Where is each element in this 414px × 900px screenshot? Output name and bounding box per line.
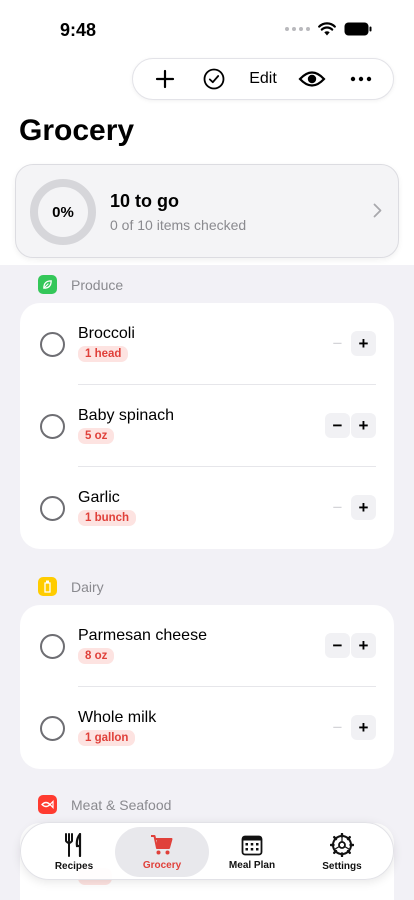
status-bar: 9:48 (0, 0, 414, 60)
checked-count: 0 of 10 items checked (110, 217, 247, 233)
section-label: Produce (71, 276, 124, 293)
list-item: Parmesan cheese 8 oz − + (20, 605, 394, 687)
status-indicators (285, 22, 372, 36)
produce-group: Broccoli 1 head − + Baby spinach 5 oz − … (20, 303, 394, 549)
decrement-button[interactable]: − (325, 633, 350, 658)
tab-recipes[interactable]: Recipes (27, 827, 121, 877)
section-header-produce: Produce (38, 275, 123, 294)
eye-icon (298, 71, 326, 87)
chevron-right-icon (373, 203, 382, 218)
cellular-signal-icon (285, 27, 310, 31)
edit-button[interactable]: Edit (247, 63, 279, 95)
item-checkbox[interactable] (40, 414, 65, 439)
quantity-stepper: − + (325, 633, 376, 658)
battery-icon (344, 22, 372, 36)
decrement-button[interactable]: − (325, 495, 350, 520)
quantity-stepper: − + (325, 331, 376, 356)
section-label: Dairy (71, 578, 104, 595)
increment-button[interactable]: + (351, 715, 376, 740)
list-item: Broccoli 1 head − + (20, 303, 394, 385)
item-checkbox[interactable] (40, 496, 65, 521)
tab-label: Recipes (54, 860, 94, 872)
page-title: Grocery (19, 114, 135, 147)
list-item: Whole milk 1 gallon − + (20, 687, 394, 769)
quantity-stepper: − + (325, 495, 376, 520)
quantity-badge: 1 bunch (78, 510, 137, 526)
tab-bar: Recipes Grocery Meal Plan Settings (20, 822, 394, 880)
status-time: 9:48 (60, 20, 97, 40)
checkmark-circle-icon (203, 68, 225, 90)
toolbar: Edit (132, 58, 394, 100)
increment-button[interactable]: + (351, 633, 376, 658)
increment-button[interactable]: + (351, 331, 376, 356)
decrement-button[interactable]: − (325, 413, 350, 438)
list-item: Garlic 1 bunch − + (20, 467, 394, 549)
calendar-icon (241, 835, 263, 855)
item-name: Whole milk (78, 709, 157, 726)
tab-settings[interactable]: Settings (295, 827, 389, 877)
progress-summary-card[interactable]: 0% 10 to go 0 of 10 items checked (15, 164, 399, 258)
item-name: Broccoli (78, 325, 135, 342)
dairy-group: Parmesan cheese 8 oz − + Whole milk 1 ga… (20, 605, 394, 769)
progress-percent: 0% (52, 203, 74, 221)
section-header-dairy: Dairy (38, 577, 104, 596)
plus-icon (156, 69, 175, 89)
gear-icon (330, 832, 354, 857)
increment-button[interactable]: + (351, 413, 376, 438)
item-name: Baby spinach (78, 407, 175, 424)
check-all-button[interactable] (198, 63, 230, 95)
item-checkbox[interactable] (40, 716, 65, 741)
quantity-stepper: − + (325, 715, 376, 740)
quantity-stepper: − + (325, 413, 376, 438)
tab-label: Meal Plan (228, 859, 276, 871)
section-label: Meat & Seafood (71, 796, 172, 813)
ellipsis-icon (350, 76, 371, 82)
quantity-badge: 1 head (78, 346, 129, 362)
item-checkbox[interactable] (40, 332, 65, 357)
increment-button[interactable]: + (351, 495, 376, 520)
decrement-button[interactable]: − (325, 331, 350, 356)
fish-icon (38, 795, 57, 814)
quantity-badge: 5 oz (78, 428, 115, 444)
more-button[interactable] (345, 63, 377, 95)
milk-bottle-icon (38, 577, 57, 596)
item-name: Parmesan cheese (78, 627, 207, 644)
item-checkbox[interactable] (40, 634, 65, 659)
section-header-meat-seafood: Meat & Seafood (38, 795, 171, 814)
tab-grocery[interactable]: Grocery (115, 827, 209, 877)
tab-label: Settings (322, 860, 362, 872)
decrement-button[interactable]: − (325, 715, 350, 740)
cart-icon (151, 834, 173, 854)
item-name: Garlic (78, 489, 120, 506)
quantity-badge: 8 oz (78, 648, 115, 664)
wifi-icon (318, 22, 336, 36)
tab-meal-plan[interactable]: Meal Plan (205, 827, 299, 877)
tab-label: Grocery (142, 859, 182, 871)
add-button[interactable] (149, 63, 181, 95)
fork-knife-icon (65, 832, 82, 857)
list-item: Baby spinach 5 oz − + (20, 385, 394, 467)
visibility-button[interactable] (296, 63, 328, 95)
remaining-count: 10 to go (110, 191, 180, 211)
quantity-badge: 1 gallon (78, 730, 136, 746)
leaf-icon (38, 275, 57, 294)
